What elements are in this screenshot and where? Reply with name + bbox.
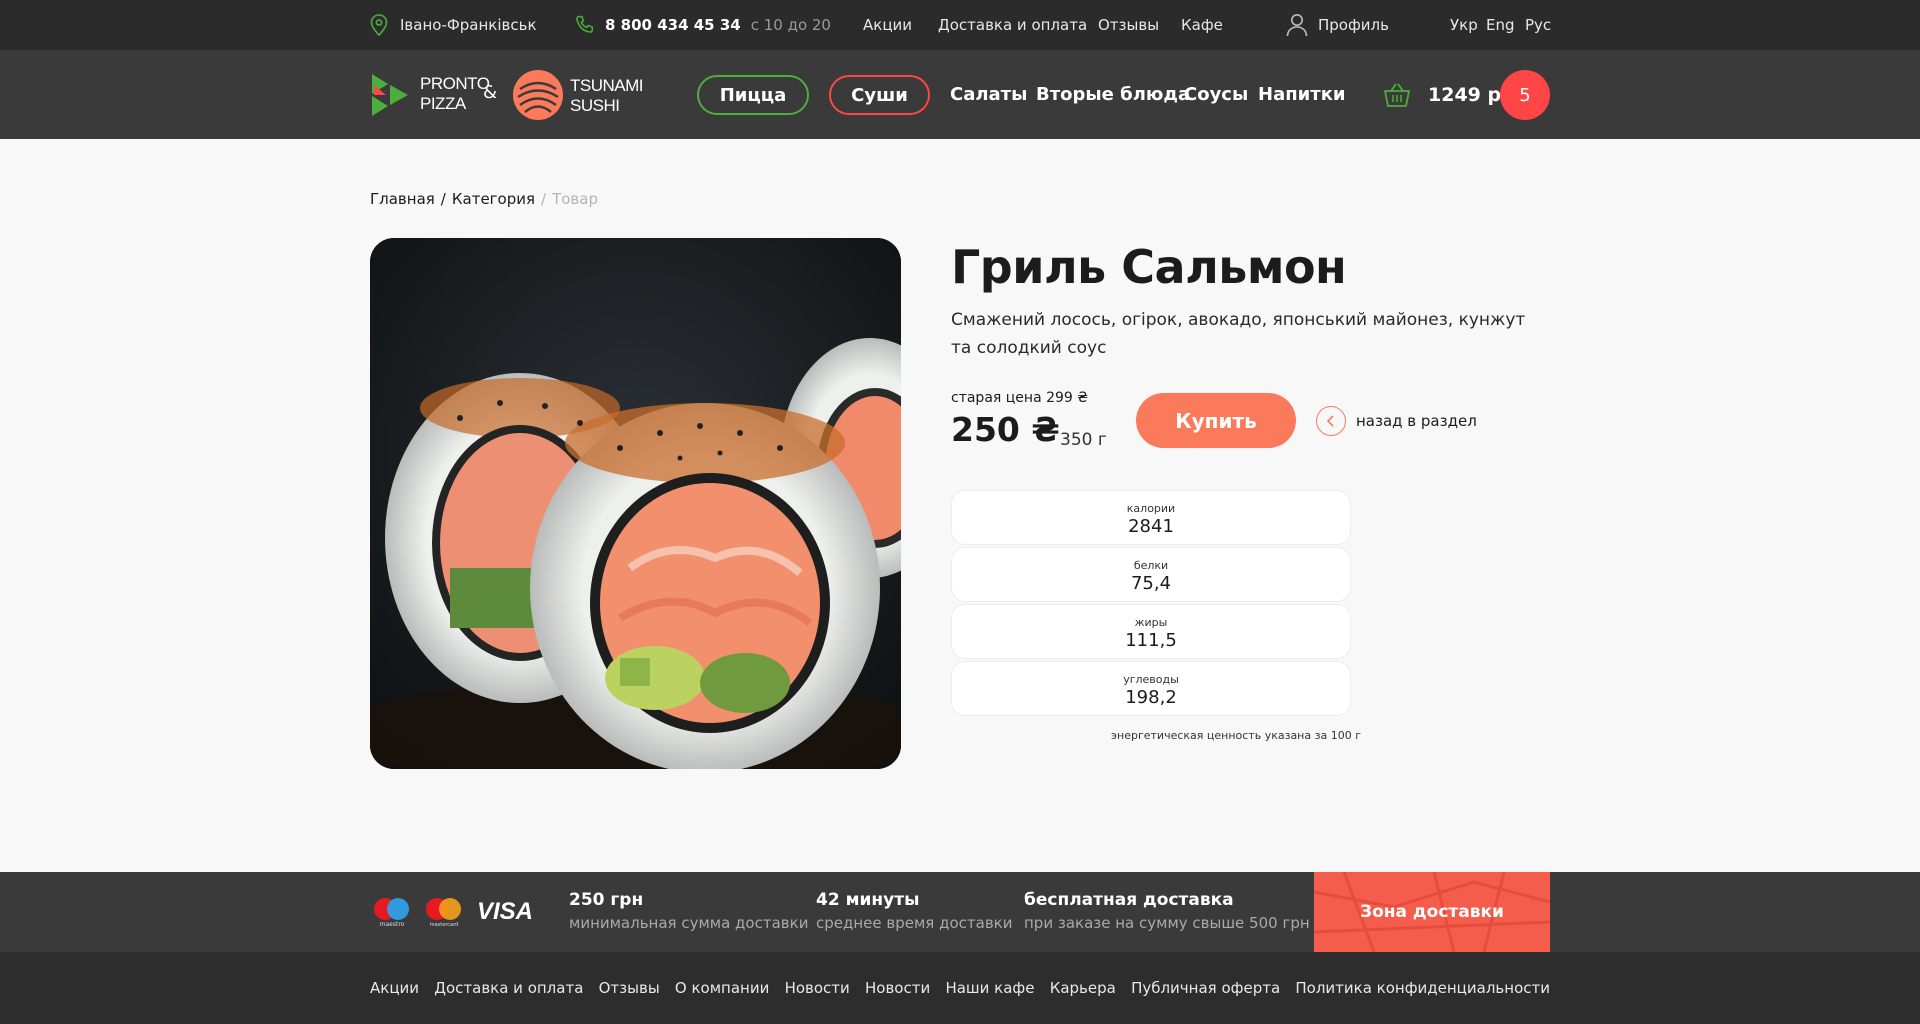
footer-link-news-2[interactable]: Новости — [865, 979, 930, 997]
top-bar: Івано-Франківськ 8 800 434 45 34 с 10 до… — [0, 0, 1920, 50]
mastercard-icon: mastercard — [424, 896, 464, 928]
info-subtitle: при заказе на сумму свыше 500 грн — [1024, 914, 1310, 932]
buy-button[interactable]: Купить — [1136, 393, 1296, 448]
tsunami-sushi-logo-icon — [513, 70, 563, 120]
delivery-zone-label: Зона доставки — [1360, 902, 1504, 922]
product-title: Гриль Сальмон — [951, 240, 1347, 294]
tsunami-sushi-wordmark: TSUNAMI SUSHI — [570, 76, 644, 116]
nutrition-protein: белки 75,4 — [951, 547, 1351, 602]
city-label: Івано-Франківськ — [400, 16, 537, 34]
breadcrumb-current: Товар — [552, 190, 598, 208]
brand2-line2: SUSHI — [570, 96, 620, 115]
old-price: старая цена 299 ₴ — [951, 390, 1089, 406]
footer-link-promotions[interactable]: Акции — [370, 979, 419, 997]
brand-ampersand: & — [483, 82, 498, 103]
maestro-icon: maestro — [372, 896, 412, 928]
breadcrumb-home[interactable]: Главная — [370, 190, 435, 208]
nav-drinks[interactable]: Напитки — [1258, 50, 1346, 139]
footer-link-public-offer[interactable]: Публичная оферта — [1131, 979, 1280, 997]
nutrition-value: 111,5 — [1125, 630, 1177, 651]
product-photo — [370, 238, 901, 769]
location-pin-icon — [370, 14, 388, 36]
info-subtitle: среднее время доставки — [816, 914, 1013, 932]
user-icon — [1286, 14, 1308, 37]
brand1-line2: PIZZA — [420, 94, 466, 113]
phone-icon — [576, 15, 594, 33]
maestro-text: maestro — [380, 921, 405, 928]
lang-ukr[interactable]: Укр — [1450, 0, 1478, 50]
basket-icon — [1384, 83, 1410, 107]
footer-links: Акции Доставка и оплата Отзывы О компани… — [370, 952, 1550, 1024]
info-title: бесплатная доставка — [1024, 890, 1234, 910]
nutrition-label: белки — [1133, 559, 1169, 572]
pronto-pizza-wordmark: PRONTO PIZZA — [420, 74, 490, 114]
nav-sauces[interactable]: Соусы — [1184, 50, 1248, 139]
visa-logo: VISA — [477, 898, 534, 925]
nav-salads[interactable]: Салаты — [950, 50, 1027, 139]
city-selector[interactable]: Івано-Франківськ — [370, 0, 537, 50]
nav-pizza[interactable]: Пицца — [697, 75, 809, 115]
chevron-left-icon — [1326, 415, 1334, 427]
nutrition-calories: калории 2841 — [951, 490, 1351, 545]
info-free-delivery: бесплатная доставка при заказе на сумму … — [1024, 890, 1310, 932]
nav-main-courses[interactable]: Вторые блюда — [1036, 50, 1190, 139]
nutrition-value: 2841 — [1128, 516, 1174, 537]
top-link-reviews[interactable]: Отзывы — [1098, 0, 1159, 50]
nutrition-value: 198,2 — [1125, 687, 1177, 708]
tsunami-sushi-logo[interactable]: TSUNAMI SUSHI — [512, 69, 652, 121]
nutrition-carbs: углеводы 198,2 — [951, 661, 1351, 716]
breadcrumb: Главная / Категория / Товар — [370, 190, 598, 208]
nutrition-label: углеводы — [1123, 673, 1179, 686]
lang-eng[interactable]: Eng — [1486, 0, 1515, 50]
footer-link-careers[interactable]: Карьера — [1050, 979, 1116, 997]
working-hours: с 10 до 20 — [750, 16, 831, 34]
sushi-roll-image — [370, 238, 901, 769]
cart-count-badge[interactable]: 5 — [1500, 70, 1550, 120]
info-title: 250 грн — [569, 890, 644, 910]
top-link-delivery[interactable]: Доставка и оплата — [938, 0, 1087, 50]
profile-link[interactable]: Профиль — [1286, 0, 1389, 50]
profile-label: Профиль — [1318, 16, 1389, 34]
brand2-line1: TSUNAMI — [570, 76, 644, 95]
main-header: PRONTO PIZZA & TSUNAMI SUSHI Пицца Суши … — [0, 50, 1920, 139]
nutrition-note: энергетическая ценность указана за 100 г — [1111, 729, 1361, 742]
nutrition-label: жиры — [1134, 616, 1168, 629]
footer-link-privacy[interactable]: Политика конфиденциальности — [1295, 979, 1550, 997]
nutrition-fat: жиры 111,5 — [951, 604, 1351, 659]
breadcrumb-category[interactable]: Категория — [452, 190, 535, 208]
nav-sushi[interactable]: Суши — [829, 75, 930, 115]
product-weight: 350 г — [1060, 430, 1107, 450]
product-price: 250 ₴ — [951, 410, 1060, 449]
info-title: 42 минуты — [816, 890, 920, 910]
info-subtitle: минимальная сумма доставки — [569, 914, 809, 932]
cart-total[interactable]: 1249 р — [1428, 50, 1501, 139]
back-to-section-link[interactable]: назад в раздел — [1356, 412, 1477, 430]
brand1-line1: PRONTO — [420, 74, 490, 93]
phone-block[interactable]: 8 800 434 45 34 с 10 до 20 — [575, 0, 831, 50]
back-button[interactable] — [1316, 406, 1346, 436]
info-min-order: 250 грн минимальная сумма доставки — [569, 890, 808, 932]
top-link-promotions[interactable]: Акции — [863, 0, 912, 50]
footer-link-about[interactable]: О компании — [675, 979, 769, 997]
cart-link[interactable] — [1383, 82, 1411, 112]
info-avg-time: 42 минуты среднее время доставки — [816, 890, 1012, 932]
lang-rus[interactable]: Рус — [1525, 0, 1551, 50]
mastercard-text: mastercard — [430, 922, 458, 928]
nutrition-value: 75,4 — [1130, 573, 1172, 594]
nutrition-label: калории — [1126, 502, 1176, 515]
pronto-pizza-logo-icon — [372, 74, 408, 116]
delivery-zone-button[interactable]: Зона доставки — [1314, 872, 1550, 952]
pronto-pizza-logo[interactable]: PRONTO PIZZA — [370, 72, 490, 118]
footer-link-reviews[interactable]: Отзывы — [599, 979, 660, 997]
top-link-cafe[interactable]: Кафе — [1181, 0, 1223, 50]
footer: Акции Доставка и оплата Отзывы О компани… — [0, 952, 1920, 1024]
footer-link-delivery[interactable]: Доставка и оплата — [434, 979, 583, 997]
product-description: Смажений лосось, огірок, авокадо, японсь… — [951, 310, 1526, 358]
phone-number[interactable]: 8 800 434 45 34 — [605, 16, 741, 34]
footer-link-our-cafes[interactable]: Наши кафе — [945, 979, 1034, 997]
footer-link-news[interactable]: Новости — [785, 979, 850, 997]
delivery-info-bar: maestro mastercard VISA 250 грн минималь… — [0, 872, 1920, 952]
